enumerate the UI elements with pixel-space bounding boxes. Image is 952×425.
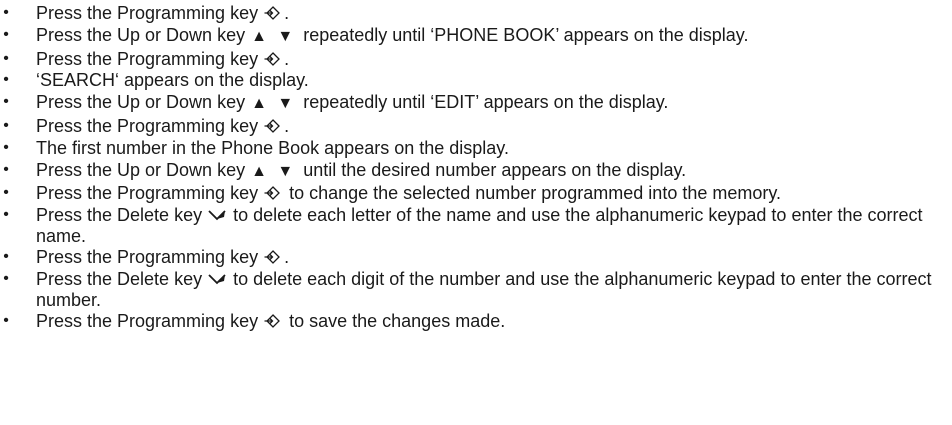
step-text-continued: . bbox=[284, 247, 290, 268]
instruction-step: • Press the Delete key to delete each let… bbox=[0, 205, 952, 246]
step-text-continued: to change the selected number programmed… bbox=[284, 183, 782, 204]
step-text-continued: . bbox=[284, 115, 290, 136]
programming-key-icon bbox=[264, 250, 281, 265]
bullet-marker: • bbox=[3, 248, 9, 266]
programming-key-icon bbox=[264, 119, 281, 133]
bullet-marker: • bbox=[3, 4, 9, 21]
bullet-marker: • bbox=[3, 206, 9, 224]
bullet-marker: • bbox=[3, 25, 9, 43]
bullet-marker: • bbox=[3, 116, 9, 134]
programming-key-icon bbox=[264, 51, 281, 66]
instruction-step-list: • Press the Programming key. • Press the Up… bbox=[0, 3, 952, 332]
instruction-step: • Press the Programming key. bbox=[0, 49, 952, 69]
up-down-arrow-icon: ▲ ▼ bbox=[251, 27, 297, 45]
instruction-step: • Press the Programming key to save the c… bbox=[0, 311, 952, 331]
step-text: Press the Programming key bbox=[36, 48, 259, 69]
bullet-marker: • bbox=[3, 160, 9, 178]
bullet-marker: • bbox=[3, 138, 9, 156]
programming-key-icon bbox=[264, 314, 281, 329]
programming-key-icon bbox=[264, 6, 281, 20]
delete-key-icon bbox=[208, 274, 226, 285]
step-text-continued: repeatedly until ‘EDIT’ appears on the d… bbox=[298, 92, 669, 113]
bullet-marker: • bbox=[3, 49, 9, 67]
step-text: Press the Programming key bbox=[36, 115, 259, 136]
step-text: Press the Programming key bbox=[36, 3, 259, 23]
up-down-arrow-icon: ▲ ▼ bbox=[251, 162, 297, 180]
instruction-step: • Press the Programming key to change the… bbox=[0, 183, 952, 203]
delete-key-icon bbox=[208, 210, 226, 221]
instruction-step: • The first number in the Phone Book appe… bbox=[0, 138, 952, 158]
bullet-marker: • bbox=[3, 71, 9, 89]
instruction-step: • ‘SEARCH‘ appears on the display. bbox=[0, 70, 952, 90]
step-text: Press the Up or Down key bbox=[36, 24, 246, 45]
step-text: Press the Up or Down key bbox=[36, 92, 246, 113]
step-text: Press the Delete key bbox=[36, 205, 203, 226]
instruction-step: • Press the Programming key. bbox=[0, 3, 952, 23]
step-text: Press the Delete key bbox=[36, 269, 203, 290]
step-text-continued: . bbox=[284, 48, 290, 69]
instruction-step: • Press the Delete key to delete each dig… bbox=[0, 269, 952, 310]
step-text: Press the Programming key bbox=[36, 311, 259, 332]
step-text-continued: . bbox=[284, 3, 290, 23]
step-text: Press the Programming key bbox=[36, 183, 259, 204]
up-down-arrow-icon: ▲ ▼ bbox=[251, 95, 297, 113]
programming-key-icon bbox=[264, 186, 281, 201]
instruction-step: • Press the Up or Down key ▲ ▼ repeatedly … bbox=[0, 92, 952, 114]
step-text-continued: repeatedly until ‘PHONE BOOK’ appears on… bbox=[298, 24, 749, 45]
step-text: ‘SEARCH‘ appears on the display. bbox=[36, 70, 309, 91]
instruction-step: • Press the Programming key. bbox=[0, 247, 952, 267]
instruction-step: • Press the Up or Down key ▲ ▼ repeatedly … bbox=[0, 25, 952, 47]
step-text: The first number in the Phone Book appea… bbox=[36, 137, 509, 158]
step-text-continued: until the desired number appears on the … bbox=[298, 159, 687, 180]
instruction-step: • Press the Programming key. bbox=[0, 116, 952, 136]
instruction-document: • Press the Programming key. • Press the Up… bbox=[0, 3, 952, 333]
step-text: Press the Up or Down key bbox=[36, 159, 246, 180]
instruction-step: • Press the Up or Down key ▲ ▼ until the d… bbox=[0, 160, 952, 182]
step-text-continued: to save the changes made. bbox=[284, 311, 506, 332]
bullet-marker: • bbox=[3, 270, 9, 288]
step-text: Press the Programming key bbox=[36, 247, 259, 268]
bullet-marker: • bbox=[3, 184, 9, 202]
bullet-marker: • bbox=[3, 93, 9, 111]
bullet-marker: • bbox=[3, 312, 9, 330]
